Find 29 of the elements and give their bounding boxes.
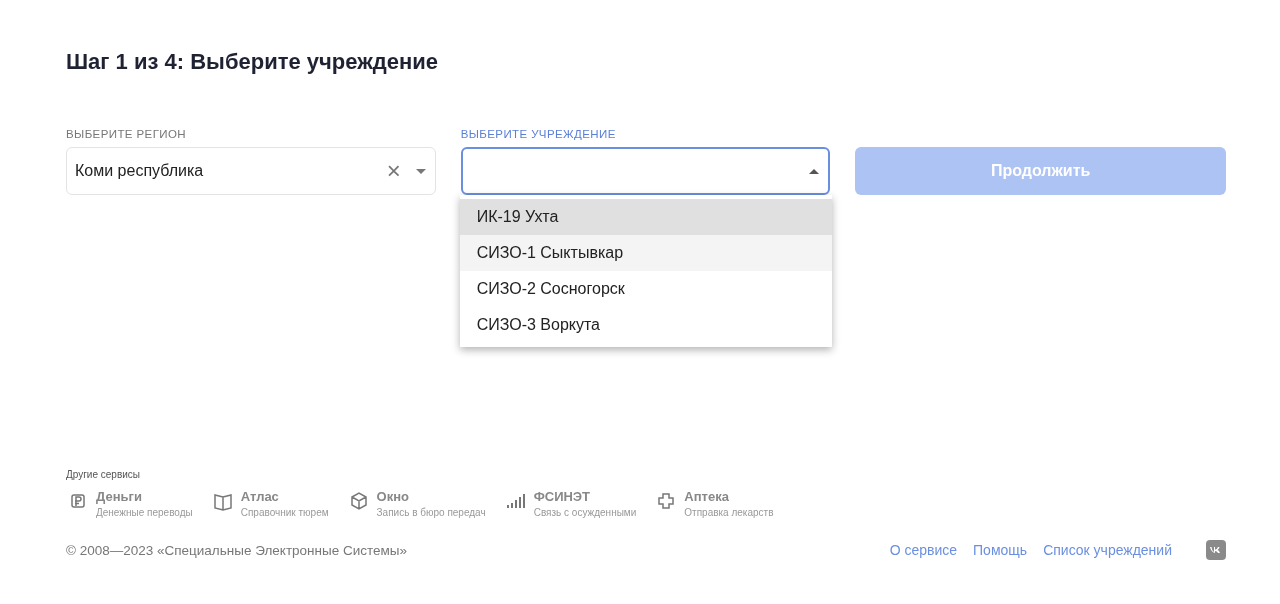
dropdown-option[interactable]: СИЗО-1 Сыктывкар: [459, 235, 832, 271]
select-value: Коми республика: [75, 162, 205, 180]
service-link[interactable]: Атлас: [240, 489, 329, 504]
social-icon[interactable]: [1206, 540, 1226, 560]
dropdown-option[interactable]: СИЗО-2 Сосногорск: [459, 271, 832, 307]
caret-icon: [414, 167, 427, 175]
dropdown-option[interactable]: СИЗО-3 Воркута: [459, 307, 832, 343]
footer-link[interactable]: О сервисе: [889, 542, 958, 558]
service-description: Связь с осужденными: [533, 507, 637, 518]
footer-link[interactable]: Помощь: [973, 542, 1028, 558]
copyright-text: © 2008—2023 «Специальные Электронные Системы»: [66, 542, 409, 558]
service-description: Запись в бюро передач: [376, 507, 486, 518]
caret-icon: [808, 167, 821, 175]
service-description: Справочник тюрем: [240, 507, 329, 518]
field-label: ВЫБЕРИТЕ РЕГИОН: [66, 127, 187, 141]
service-description: Денежные переводы: [96, 507, 193, 518]
clear-button[interactable]: ×: [386, 159, 401, 183]
footer-link[interactable]: Список учреждений: [1043, 542, 1172, 558]
region-select[interactable]: Коми республика ×: [66, 147, 436, 195]
institution-select[interactable]: [460, 147, 831, 195]
service-description: Отправка лекарств: [684, 507, 774, 518]
page-title: Шаг 1 из 4: Выберите учреждение: [66, 48, 440, 76]
dropdown-option[interactable]: ИК-19 Ухта: [459, 199, 832, 235]
service-link[interactable]: Аптека: [684, 489, 774, 504]
section-heading: Другие сервисы: [66, 469, 141, 482]
service-link[interactable]: ФСИНЭТ: [533, 489, 637, 504]
field-label: ВЫБЕРИТЕ УЧРЕЖДЕНИЕ: [460, 127, 617, 141]
service-link[interactable]: Деньги: [96, 489, 193, 504]
service-link[interactable]: Окно: [376, 489, 486, 504]
